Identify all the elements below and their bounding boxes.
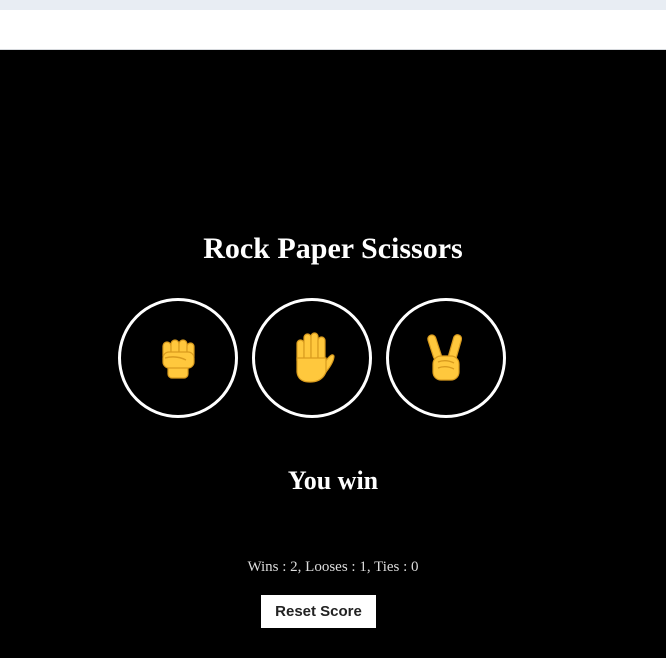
choice-buttons: [118, 298, 518, 418]
browser-toolbar: [0, 10, 666, 50]
victory-hand-icon: [427, 334, 463, 381]
raised-fist-icon: [162, 339, 195, 379]
scissors-button[interactable]: [386, 298, 506, 418]
rock-button[interactable]: [118, 298, 238, 418]
page-title: Rock Paper Scissors: [203, 232, 463, 265]
result-message: You win: [287, 466, 379, 495]
reset-score-button[interactable]: Reset Score: [261, 595, 376, 628]
score-text: Wins : 2, Looses : 1, Ties : 0: [247, 559, 419, 575]
paper-button[interactable]: [252, 298, 372, 418]
raised-hand-icon: [296, 332, 335, 383]
game-area: Rock Paper Scissors You win Wins: 2, Lo…: [0, 51, 666, 658]
browser-tab-strip: [0, 0, 666, 10]
